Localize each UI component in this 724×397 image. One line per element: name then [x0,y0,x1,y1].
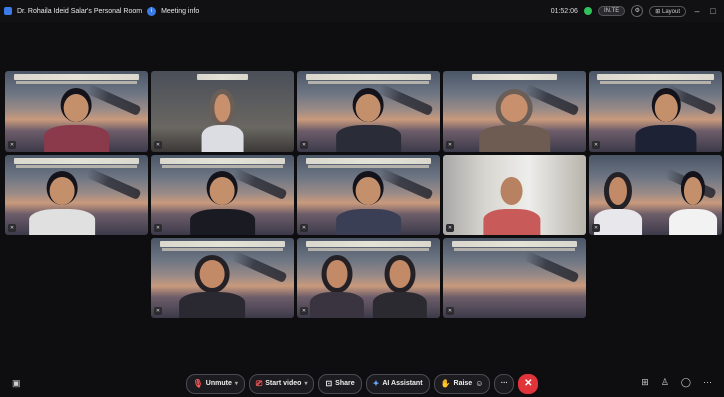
ai-assistant-label: AI Assistant [382,380,423,387]
mic-off-icon: ✕ [154,141,162,149]
share-button[interactable]: ⊡ Share [318,373,362,394]
mic-off-icon: ✕ [300,141,308,149]
participant-tile[interactable]: ✕ [297,238,440,318]
share-label: Share [335,380,355,387]
participant-tile[interactable]: ✕ [443,71,586,152]
end-call-button[interactable]: ✕ [518,373,539,394]
mic-off-icon: 🎙 [192,379,203,388]
mic-off-icon: ✕ [446,141,454,149]
raise-label: Raise [453,380,473,387]
participant-tile[interactable]: ✕ [151,155,294,235]
chevron-down-icon[interactable]: ▾ [304,380,307,387]
participant-tile[interactable]: ✕ [5,155,148,235]
mic-off-icon: ✕ [592,141,600,149]
participant-tile[interactable]: ✕ [151,71,294,152]
start-video-label: Start video [265,380,302,387]
mic-off-icon: ✕ [154,307,162,315]
video-grid: ✕ ✕ ✕ ✕ ✕ ✕ ✕ ✕ ✕ ✕ ✕ ✕ ✕ [0,0,724,397]
chevron-down-icon[interactable]: ▾ [235,380,238,387]
unmute-label: Unmute [205,380,232,387]
participant-tile[interactable]: ✕ [589,155,722,235]
meeting-controls: 🎙 Unmute ▾ ⎚ Start video ▾ ⊡ Share ✦ AI … [0,370,724,397]
participant-tile[interactable]: ✕ [443,155,586,235]
mic-off-icon: ✕ [592,224,600,232]
hand-icon: ✋ [440,379,451,388]
video-off-icon: ⎚ [255,378,263,388]
more-menu-icon[interactable]: ⋯ [703,377,712,388]
mic-off-icon: ✕ [300,307,308,315]
unmute-button[interactable]: 🎙 Unmute ▾ [185,373,245,394]
ai-assistant-button[interactable]: ✦ AI Assistant [365,373,430,394]
start-video-button[interactable]: ⎚ Start video ▾ [248,373,315,394]
raise-hand-button[interactable]: ✋ Raise ☺ [433,373,491,394]
mic-off-icon: ✕ [446,224,454,232]
share-icon: ⊡ [325,379,333,388]
participant-tile[interactable]: ✕ [297,71,440,152]
apps-icon[interactable]: ⊞ [641,377,649,388]
more-options-button[interactable]: ··· [494,373,515,394]
ai-assistant-icon: ✦ [372,379,380,388]
side-controls: ⊞ ♙ ◯ ⋯ [641,377,712,388]
mic-off-icon: ✕ [8,224,16,232]
participant-tile[interactable]: ✕ [589,71,722,152]
participants-icon[interactable]: ♙ [661,377,669,388]
mic-off-icon: ✕ [8,141,16,149]
mic-off-icon: ✕ [300,224,308,232]
participant-tile[interactable]: ✕ [443,238,586,318]
participant-tile[interactable]: ✕ [5,71,148,152]
participant-tile[interactable]: ✕ [151,238,294,318]
participant-tile[interactable]: ✕ [297,155,440,235]
mic-off-icon: ✕ [154,224,162,232]
mic-off-icon: ✕ [446,307,454,315]
chat-icon[interactable]: ◯ [681,377,691,388]
emoji-icon[interactable]: ☺ [475,379,483,388]
